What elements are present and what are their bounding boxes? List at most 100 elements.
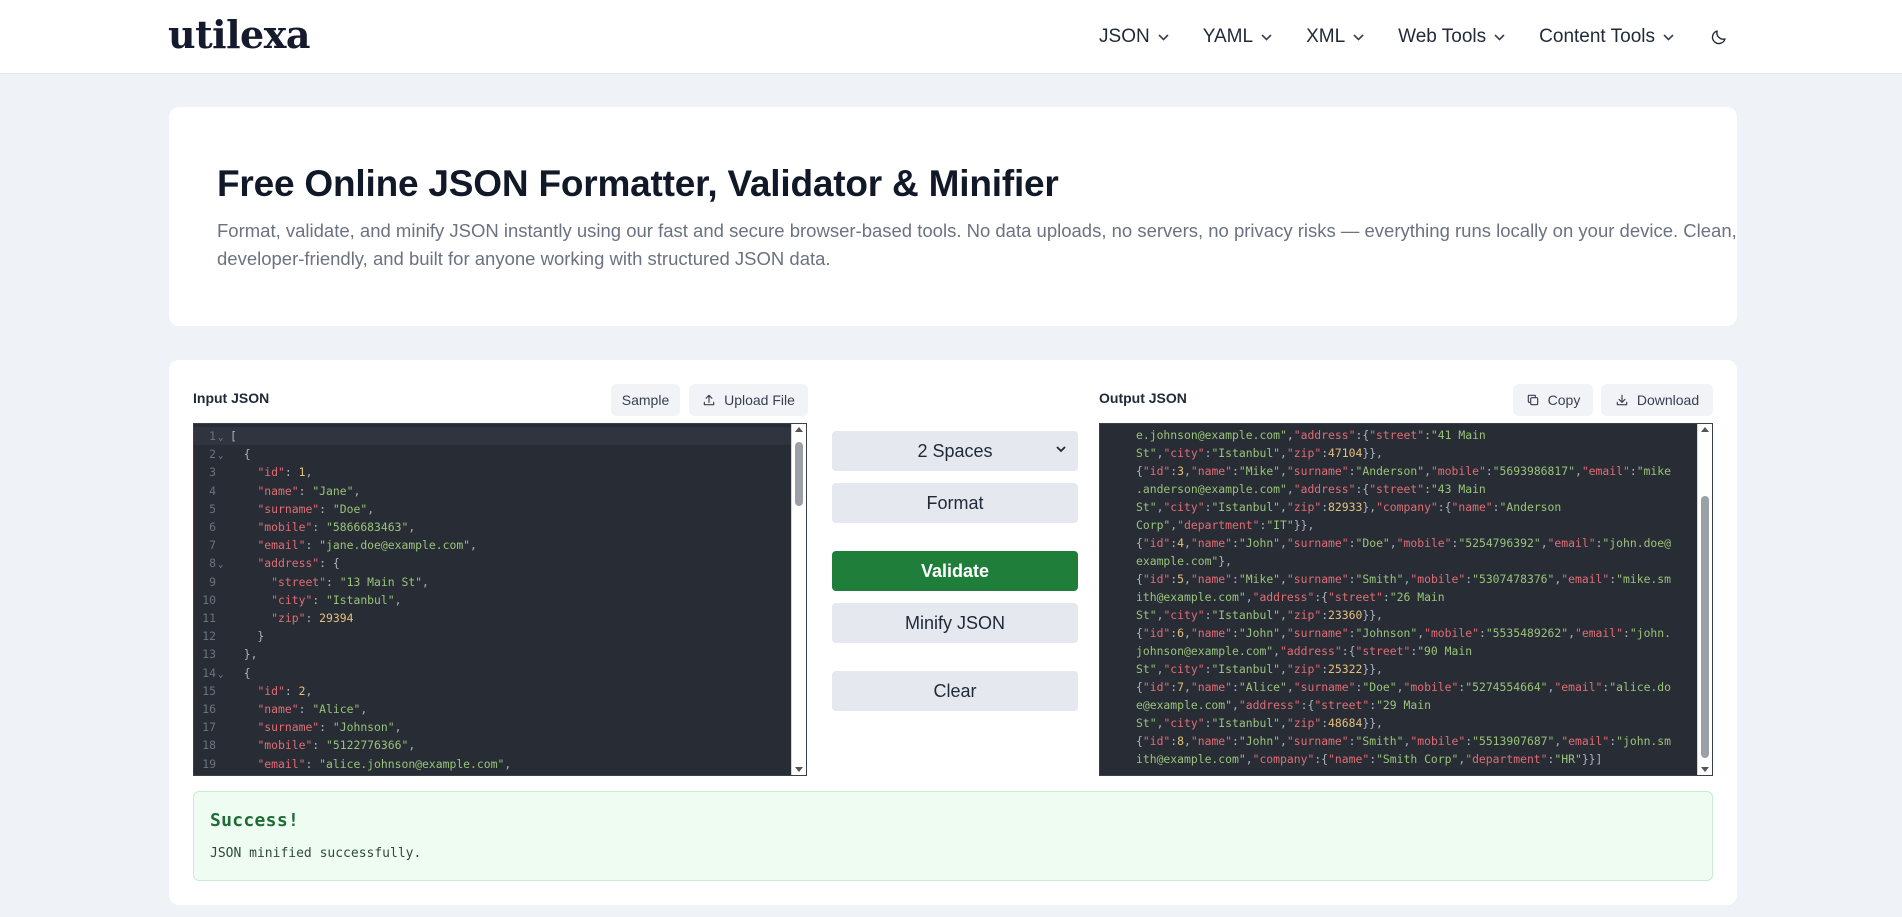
sample-button[interactable]: Sample	[611, 384, 680, 416]
minify-json-button[interactable]: Minify JSON	[832, 603, 1078, 643]
input-json-editor[interactable]: 1 ⌄[2 ⌄ {3 "id": 1, 4 "name": "Jane", 5 "sur…	[193, 423, 807, 776]
output-code-line: St","city":"Istanbul","zip":23360}},	[1136, 606, 1696, 624]
output-code-lines: e.johnson@example.com","address":{"stree…	[1136, 424, 1696, 768]
output-json-editor[interactable]: e.johnson@example.com","address":{"stree…	[1099, 423, 1713, 776]
code-token: ,	[1286, 428, 1294, 442]
code-token: {	[230, 447, 251, 462]
scrollbar-thumb[interactable]	[795, 442, 803, 506]
code-token: "john.	[1629, 626, 1672, 640]
output-code-line: .anderson@example.com","address":{"stree…	[1136, 480, 1696, 498]
code-token: [	[230, 429, 237, 443]
site-logo[interactable]: utilexa	[168, 12, 311, 57]
code-token: "address"	[257, 556, 320, 571]
code-token: 25322	[1328, 662, 1363, 676]
code-token: 82933	[1328, 500, 1363, 514]
output-editor-scrollbar[interactable]	[1697, 424, 1712, 775]
code-token: .anderson@example.com"	[1136, 482, 1287, 496]
scroll-up-arrow-icon[interactable]	[1701, 427, 1709, 432]
code-token: "Doe"	[1362, 680, 1397, 694]
input-editor-scrollbar[interactable]	[791, 424, 806, 775]
code-token: ,	[1184, 680, 1191, 694]
code-token: :	[1232, 734, 1239, 748]
code-token: 29394	[319, 611, 354, 625]
code-token: "5513907687"	[1472, 734, 1555, 748]
code-token: "Istanbul"	[1211, 500, 1281, 514]
code-token: :	[1478, 626, 1486, 640]
code-token: }},	[1362, 608, 1383, 622]
clear-button-label: Clear	[933, 680, 977, 701]
code-token: "5866683463"	[326, 520, 409, 534]
format-button[interactable]: Format	[832, 483, 1078, 523]
code-token: {	[1136, 464, 1143, 478]
code-token: "name"	[1190, 734, 1233, 748]
nav-item-web-tools[interactable]: Web Tools	[1398, 26, 1505, 48]
line-number: 13	[202, 647, 216, 662]
copy-button[interactable]: Copy	[1513, 384, 1593, 416]
scrollbar-thumb[interactable]	[1701, 496, 1709, 758]
code-token: "city"	[1163, 662, 1205, 676]
code-token: "Doe"	[1355, 536, 1390, 550]
clear-button[interactable]: Clear	[832, 671, 1078, 711]
output-code-line: {"id":6,"name":"John","surname":"Johnson…	[1136, 624, 1696, 642]
moon-icon	[1711, 30, 1726, 45]
code-token: 7	[1177, 680, 1185, 694]
theme-toggle-button[interactable]	[1708, 26, 1730, 48]
nav-item-content-tools[interactable]: Content Tools	[1539, 26, 1674, 48]
nav-item-json[interactable]: JSON	[1099, 26, 1169, 48]
code-token: },	[1218, 554, 1233, 568]
code-token: ,	[1540, 536, 1548, 550]
indent-select[interactable]: 2 Spaces	[832, 431, 1078, 471]
output-code-line: St","city":"Istanbul","zip":25322}},	[1136, 660, 1696, 678]
code-token: "IT"	[1266, 518, 1294, 532]
code-token: ,	[1280, 446, 1287, 460]
code-token: "name"	[1190, 680, 1233, 694]
scroll-down-arrow-icon[interactable]	[795, 767, 803, 772]
code-token: "mobile"	[1430, 464, 1486, 478]
code-token: ,	[1184, 464, 1191, 478]
validate-button[interactable]: Validate	[832, 551, 1078, 591]
code-token: "street"	[271, 574, 327, 589]
code-token: ,	[408, 520, 416, 534]
code-line: 7 "email": "jane.doe@example.com",	[194, 536, 792, 554]
code-token: "surname"	[1286, 464, 1349, 478]
code-line: 12 }	[194, 627, 792, 645]
output-code-line: St","city":"Istanbul","zip":47104}},	[1136, 444, 1696, 462]
code-token: "surname"	[1286, 536, 1349, 550]
download-button[interactable]: Download	[1601, 384, 1713, 416]
code-token: "Jane"	[312, 483, 354, 498]
code-token: :	[1348, 464, 1356, 478]
scroll-down-arrow-icon[interactable]	[1701, 767, 1709, 772]
alert-title: Success!	[210, 810, 300, 831]
upload-file-button[interactable]: Upload File	[689, 384, 808, 416]
code-token: "Anderson	[1499, 500, 1562, 514]
code-token: "address"	[1280, 644, 1342, 658]
hero-card: Free Online JSON Formatter, Validator & …	[169, 107, 1737, 326]
code-token: ,	[1280, 626, 1287, 640]
code-token: "email"	[257, 538, 306, 553]
code-token: {	[1136, 734, 1143, 748]
copy-icon	[1527, 394, 1538, 406]
line-number: 6	[209, 520, 216, 534]
scroll-up-arrow-icon[interactable]	[795, 427, 803, 432]
page-title: Free Online JSON Formatter, Validator & …	[217, 163, 1059, 204]
code-token: "zip"	[271, 611, 306, 625]
code-token: ,	[1232, 698, 1239, 712]
code-token: "Istanbul"	[1211, 662, 1281, 676]
line-number: 1	[209, 429, 216, 443]
code-token: "address"	[1252, 590, 1315, 604]
code-token: "alice.johnson@example.com"	[319, 756, 505, 771]
nav-item-yaml[interactable]: YAML	[1203, 26, 1272, 48]
code-token: "Johnson"	[332, 720, 395, 735]
download-button-label: Download	[1636, 392, 1700, 408]
nav-item-xml[interactable]: XML	[1306, 26, 1364, 48]
code-token: ,	[353, 483, 361, 498]
line-number: 10	[202, 592, 216, 607]
line-number: 17	[202, 720, 216, 735]
code-token: "mike.sm	[1616, 572, 1672, 586]
